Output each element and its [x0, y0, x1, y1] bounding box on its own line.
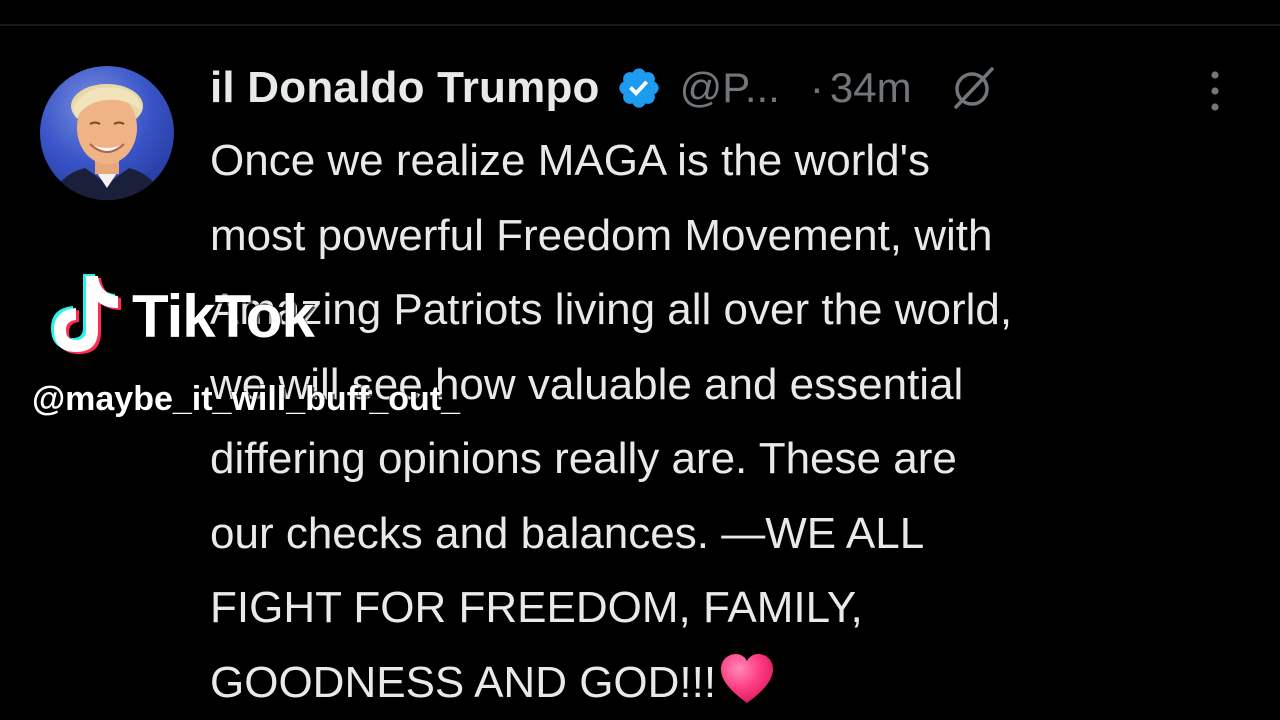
verified-badge-icon	[616, 65, 662, 111]
tweet-header: il Donaldo Trumpo @P... · 34m	[210, 56, 998, 120]
tweet-body: Once we realize MAGA is the world's most…	[210, 124, 1260, 720]
tweet-text: Once we realize MAGA is the world's most…	[210, 136, 1013, 707]
avatar-portrait	[50, 84, 164, 200]
more-vertical-icon[interactable]	[1204, 68, 1226, 114]
tweet-post[interactable]: il Donaldo Trumpo @P... · 34m Once we re…	[0, 0, 1280, 720]
timestamp[interactable]: 34m	[830, 64, 912, 112]
grok-icon[interactable]	[948, 63, 998, 113]
separator-dot: ·	[809, 64, 824, 111]
avatar[interactable]	[40, 66, 174, 200]
heart-icon	[718, 651, 776, 707]
user-handle[interactable]: @P...	[680, 64, 780, 112]
display-name[interactable]: il Donaldo Trumpo	[210, 63, 600, 113]
